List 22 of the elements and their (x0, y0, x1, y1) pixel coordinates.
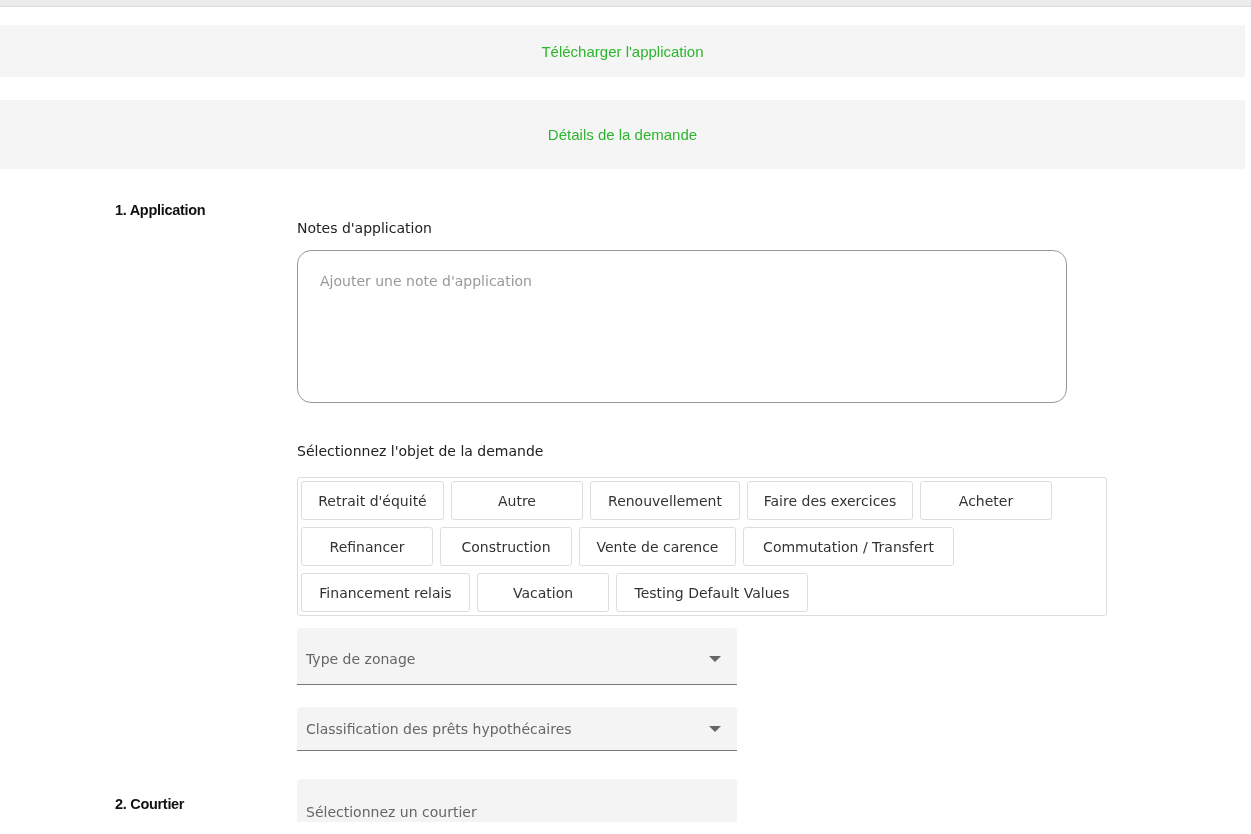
caret-icon (709, 656, 721, 662)
purpose-option[interactable]: Refinancer (301, 527, 433, 566)
select-field[interactable]: Type de zonage (297, 628, 737, 685)
broker-field[interactable]: Sélectionnez un courtier (297, 779, 737, 822)
select-field[interactable]: Classification des prêts hypothécaires (297, 707, 737, 751)
purpose-option[interactable]: Vacation (477, 573, 609, 612)
notes-field[interactable]: Ajouter une note d'application (297, 250, 1067, 403)
purpose-option[interactable]: Autre (451, 481, 583, 520)
section-title: 2. Courtier (115, 796, 186, 814)
purpose-option[interactable]: Vente de carence (579, 527, 736, 566)
notes-label: Notes d'application (297, 220, 433, 236)
purpose-option[interactable]: Financement relais (301, 573, 470, 612)
section-title: 1. Application (115, 202, 207, 220)
caret-icon (709, 725, 721, 732)
purpose-option[interactable]: Faire des exercices (747, 481, 913, 520)
purpose-option[interactable]: Retrait d'équité (301, 481, 444, 520)
purpose-option[interactable]: Acheter (920, 481, 1052, 520)
purpose-option[interactable]: Construction (440, 527, 572, 566)
purpose-option[interactable]: Commutation / Transfert (743, 527, 954, 566)
purpose-label: Sélectionnez l'objet de la demande (297, 443, 545, 459)
purpose-option[interactable]: Renouvellement (590, 481, 740, 520)
purpose-option[interactable]: Testing Default Values (616, 573, 808, 612)
